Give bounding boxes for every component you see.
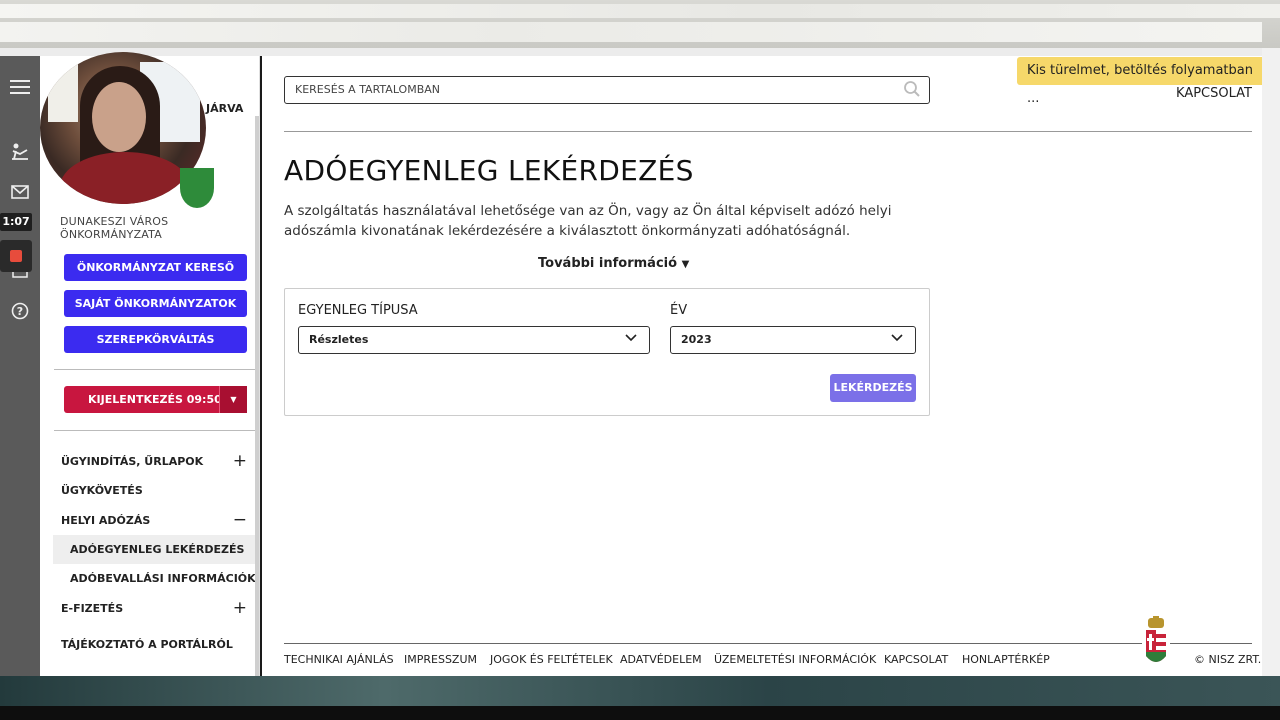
recording-timer: 1:07 (0, 213, 32, 231)
chevron-down-icon (625, 327, 637, 353)
expand-icon[interactable]: + (233, 594, 247, 623)
nav-label: ÜGYKÖVETÉS (61, 484, 143, 497)
role-switch-button[interactable]: SZEREPKÖRVÁLTÁS (64, 326, 247, 353)
search-input[interactable]: KERESÉS A TARTALOMBAN (284, 76, 930, 104)
nav-label: TÁJÉKOZTATÓ A PORTÁLRÓL (61, 638, 233, 651)
divider (54, 369, 257, 370)
search-icon[interactable] (903, 80, 921, 98)
nav-item-forms[interactable]: ÜGYINDÍTÁS, ŰRLAPOK + (53, 447, 257, 476)
nav-label: HELYI ADÓZÁS (61, 514, 151, 527)
municipality-search-button[interactable]: ÖNKORMÁNYZAT KERESŐ (64, 254, 247, 281)
page-scrollbar[interactable] (1262, 48, 1280, 676)
balance-type-label: EGYENLEG TÍPUSA (298, 303, 418, 318)
main-content: KERESÉS A TARTALOMBAN Kis türelmet, betö… (262, 56, 1267, 676)
browser-chrome (0, 0, 1280, 48)
footer-divider (284, 643, 1252, 644)
balance-type-value: Részletes (309, 333, 369, 346)
stop-icon (10, 250, 22, 262)
footer-link-tech[interactable]: TECHNIKAI AJÁNLÁS (284, 653, 394, 666)
more-info-label: További információ (538, 256, 678, 271)
page-title: ADÓEGYENLEG LEKÉRDEZÉS (284, 154, 694, 187)
municipality-crest-icon (180, 168, 214, 208)
collapse-icon[interactable]: − (233, 506, 247, 535)
footer-link-terms[interactable]: JOGOK ÉS FELTÉTELEK (490, 653, 613, 666)
search-placeholder: KERESÉS A TARTALOMBAN (295, 83, 440, 96)
nav-label: ADÓEGYENLEG LEKÉRDEZÉS (70, 543, 245, 556)
footer-links: TECHNIKAI AJÁNLÁS IMPRESSZUM JOGOK ÉS FE… (284, 653, 1261, 669)
mail-icon[interactable] (10, 184, 30, 204)
stop-recording-button[interactable] (0, 240, 32, 272)
footer-link-privacy[interactable]: ADATVÉDELEM (620, 653, 702, 666)
loading-notice: Kis türelmet, betöltés folyamatban ... (1017, 57, 1267, 106)
partial-title: JÁRVA (206, 102, 244, 115)
nav-item-portal-info[interactable]: TÁJÉKOZTATÓ A PORTÁLRÓL (53, 630, 257, 659)
query-button[interactable]: LEKÉRDEZÉS (830, 374, 916, 402)
nav-item-local-tax[interactable]: HELYI ADÓZÁS − (53, 506, 257, 535)
footer-link-imprint[interactable]: IMPRESSZUM (404, 653, 477, 666)
municipality-name: DUNAKESZI VÁROS ÖNKORMÁNYZATA (60, 215, 169, 241)
video-bottom-bar (0, 676, 1280, 720)
contact-link[interactable]: KAPCSOLAT (1176, 86, 1252, 101)
chevron-down-icon (891, 327, 903, 353)
divider (54, 430, 257, 431)
footer-link-sitemap[interactable]: HONLAPTÉRKÉP (962, 653, 1050, 666)
chevron-down-icon: ▼ (681, 259, 690, 270)
person-icon[interactable] (10, 142, 30, 162)
copyright: © NISZ ZRT. (1194, 653, 1262, 666)
sidebar-scrollbar[interactable] (255, 116, 259, 676)
query-form: EGYENLEG TÍPUSA Részletes ÉV 2023 LEKÉRD… (284, 288, 930, 416)
top-strip (0, 48, 1280, 56)
sidebar: JÁRVA DUNAKESZI VÁROS ÖNKORMÁNYZATA ÖNKO… (40, 52, 260, 676)
left-icon-rail: ? (0, 56, 40, 676)
year-value: 2023 (681, 333, 712, 346)
own-municipalities-button[interactable]: SAJÁT ÖNKORMÁNYZATOK (64, 290, 247, 317)
nav-label: ADÓBEVALLÁSI INFORMÁCIÓK (70, 572, 256, 585)
balance-type-select[interactable]: Részletes (298, 326, 650, 354)
footer-link-contact[interactable]: KAPCSOLAT (884, 653, 948, 666)
year-select[interactable]: 2023 (670, 326, 916, 354)
year-label: ÉV (670, 303, 688, 318)
page-description: A szolgáltatás használatával lehetősége … (284, 203, 892, 239)
more-info-toggle[interactable]: További információ ▼ (538, 256, 689, 271)
logout-button[interactable]: KIJELENTKEZÉS 09:50 ▼ (64, 386, 247, 413)
nav-item-e-payment[interactable]: E-FIZETÉS + (53, 594, 257, 623)
logout-label: KIJELENTKEZÉS 09:50 (88, 393, 222, 406)
nav-item-tax-return-info[interactable]: ADÓBEVALLÁSI INFORMÁCIÓK (53, 564, 257, 593)
menu-icon[interactable] (10, 78, 30, 98)
nav-item-tax-balance[interactable]: ADÓEGYENLEG LEKÉRDEZÉS (53, 535, 257, 564)
expand-icon[interactable]: + (233, 447, 247, 476)
nav-item-tracking[interactable]: ÜGYKÖVETÉS (53, 476, 257, 505)
divider (284, 131, 1252, 132)
nav-label: ÜGYINDÍTÁS, ŰRLAPOK (61, 455, 204, 468)
footer-link-operations[interactable]: ÜZEMELTETÉSI INFORMÁCIÓK (714, 653, 876, 666)
svg-text:?: ? (17, 305, 23, 318)
help-icon[interactable]: ? (10, 302, 30, 322)
nav-label: E-FIZETÉS (61, 602, 124, 615)
caret-down-icon[interactable]: ▼ (219, 386, 247, 413)
